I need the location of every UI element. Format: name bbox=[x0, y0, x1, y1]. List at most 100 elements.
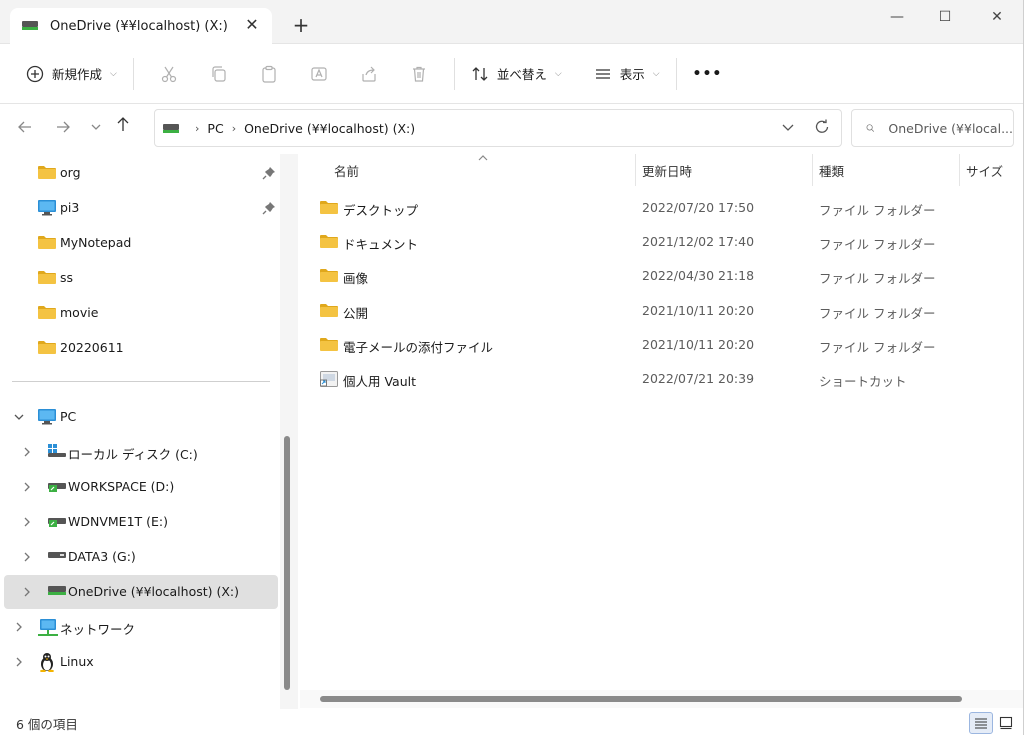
item-count: 6 個の項目 bbox=[16, 717, 78, 732]
folder-icon bbox=[38, 270, 56, 287]
mapped-drive-icon bbox=[48, 584, 66, 599]
nav-item-org[interactable]: org bbox=[4, 156, 278, 190]
mapped-drive-icon bbox=[163, 122, 179, 134]
nav-item-pi3[interactable]: pi3 bbox=[4, 191, 278, 225]
nav-item-label: 20220611 bbox=[60, 340, 124, 355]
file-row[interactable]: ドキュメント 2021/12/02 17:40 ファイル フォルダー bbox=[312, 225, 1012, 259]
back-button[interactable] bbox=[12, 114, 38, 140]
column-header-size[interactable]: サイズ bbox=[966, 154, 1022, 186]
new-button[interactable]: 新規作成 ⌵ bbox=[20, 56, 123, 92]
file-row[interactable]: 画像 2022/04/30 21:18 ファイル フォルダー bbox=[312, 259, 1012, 293]
pin-icon[interactable] bbox=[262, 166, 276, 183]
delete-button[interactable] bbox=[394, 56, 444, 92]
chevron-right-icon[interactable] bbox=[20, 550, 34, 564]
address-bar[interactable]: › PC › OneDrive (¥¥localhost) (X:) bbox=[154, 109, 842, 147]
chevron-down-icon bbox=[782, 124, 794, 131]
file-type: ファイル フォルダー bbox=[819, 271, 936, 286]
divider bbox=[132, 57, 134, 90]
chevron-right-icon[interactable] bbox=[12, 620, 26, 634]
divider bbox=[453, 57, 455, 90]
chevron-right-icon[interactable] bbox=[20, 585, 34, 599]
column-header-date[interactable]: 更新日時 bbox=[642, 154, 812, 186]
column-header-type[interactable]: 種類 bbox=[819, 154, 959, 186]
nav-item-label: movie bbox=[60, 305, 99, 320]
chevron-down-icon: ⌵ bbox=[554, 68, 562, 79]
column-divider[interactable] bbox=[635, 154, 636, 186]
up-button[interactable] bbox=[110, 111, 136, 137]
chevron-down-icon[interactable] bbox=[12, 410, 26, 424]
nav-item-mynotepad[interactable]: MyNotepad bbox=[4, 226, 278, 260]
chevron-right-icon[interactable] bbox=[12, 655, 26, 669]
network-icon bbox=[38, 619, 58, 640]
nav-item-drive-g[interactable]: DATA3 (G:) bbox=[4, 540, 278, 574]
refresh-icon bbox=[815, 119, 829, 133]
chevron-right-icon[interactable] bbox=[20, 480, 34, 494]
network-drive-icon bbox=[48, 514, 66, 531]
chevron-down-icon: ⌵ bbox=[652, 68, 660, 79]
breadcrumb-onedrive[interactable]: OneDrive (¥¥localhost) (X:) bbox=[244, 121, 415, 136]
column-divider[interactable] bbox=[812, 154, 813, 186]
nav-item-20220611[interactable]: 20220611 bbox=[4, 331, 278, 365]
forward-button[interactable] bbox=[50, 114, 76, 140]
copy-button[interactable] bbox=[194, 56, 244, 92]
column-divider[interactable] bbox=[959, 154, 960, 186]
nav-item-ss[interactable]: ss bbox=[4, 261, 278, 295]
file-type: ファイル フォルダー bbox=[819, 306, 936, 321]
chevron-right-icon[interactable] bbox=[20, 515, 34, 529]
nav-item-pc[interactable]: PC bbox=[4, 400, 278, 434]
nav-item-label: MyNotepad bbox=[60, 235, 132, 250]
file-row[interactable]: 個人用 Vault 2022/07/21 20:39 ショートカット bbox=[312, 362, 1012, 396]
breadcrumb-pc[interactable]: PC bbox=[207, 121, 223, 136]
nav-item-movie[interactable]: movie bbox=[4, 296, 278, 330]
file-row[interactable]: 公開 2021/10/11 20:20 ファイル フォルダー bbox=[312, 294, 1012, 328]
minimize-button[interactable]: — bbox=[874, 6, 920, 28]
maximize-button[interactable]: ☐ bbox=[922, 6, 968, 28]
drive-icon bbox=[48, 549, 66, 564]
address-history-button[interactable] bbox=[781, 120, 795, 137]
plus-circle-icon bbox=[26, 65, 44, 82]
search-input[interactable]: OneDrive (¥¥local... bbox=[851, 109, 1014, 147]
cut-button[interactable] bbox=[144, 56, 194, 92]
file-row[interactable]: デスクトップ 2022/07/20 17:50 ファイル フォルダー bbox=[312, 191, 1012, 225]
file-row[interactable]: 電子メールの添付ファイル 2021/10/11 20:20 ファイル フォルダー bbox=[312, 328, 1012, 362]
command-bar: 新規作成 ⌵ 並べ替え ⌵ 表示 ⌵ ••• bbox=[0, 44, 1024, 104]
refresh-button[interactable] bbox=[813, 118, 831, 139]
file-list-scrollbar-thumb[interactable] bbox=[320, 696, 962, 702]
details-view-button[interactable] bbox=[969, 712, 993, 734]
folder-icon bbox=[320, 337, 338, 354]
nav-item-drive-d[interactable]: WORKSPACE (D:) bbox=[4, 470, 278, 504]
recent-locations-button[interactable] bbox=[83, 114, 109, 140]
large-icons-view-button[interactable] bbox=[994, 712, 1018, 734]
nav-item-drive-e[interactable]: WDNVME1T (E:) bbox=[4, 505, 278, 539]
tab-onedrive[interactable]: OneDrive (¥¥localhost) (X:) ✕ bbox=[10, 8, 272, 44]
nav-item-network[interactable]: ネットワーク bbox=[4, 610, 278, 644]
pin-icon[interactable] bbox=[262, 201, 276, 218]
chevron-down-icon: ⌵ bbox=[110, 68, 117, 79]
breadcrumb-separator: › bbox=[231, 121, 237, 135]
view-button[interactable]: 表示 ⌵ bbox=[588, 56, 666, 92]
share-button[interactable] bbox=[344, 56, 394, 92]
nav-item-label: ネットワーク bbox=[60, 622, 136, 637]
nav-item-label: WDNVME1T (E:) bbox=[68, 514, 168, 529]
file-date: 2022/07/20 17:50 bbox=[642, 200, 755, 215]
column-header-name[interactable]: 名前 bbox=[334, 154, 634, 186]
nav-scrollbar-thumb[interactable] bbox=[284, 436, 290, 690]
nav-item-drive-c[interactable]: ローカル ディスク (C:) bbox=[4, 435, 278, 469]
new-tab-button[interactable]: + bbox=[290, 14, 312, 36]
nav-item-drive-x[interactable]: OneDrive (¥¥localhost) (X:) bbox=[4, 575, 278, 609]
paste-button[interactable] bbox=[244, 56, 294, 92]
nav-item-label: DATA3 (G:) bbox=[68, 549, 136, 564]
chevron-right-icon[interactable] bbox=[20, 445, 34, 459]
sort-button[interactable]: 並べ替え ⌵ bbox=[465, 56, 568, 92]
close-tab-button[interactable]: ✕ bbox=[244, 17, 260, 33]
mapped-drive-icon bbox=[22, 19, 38, 34]
column-header-label: 名前 bbox=[334, 163, 360, 179]
nav-item-linux[interactable]: Linux bbox=[4, 645, 278, 679]
file-type: ショートカット bbox=[819, 374, 907, 389]
close-window-button[interactable]: ✕ bbox=[974, 6, 1020, 28]
clipboard-icon bbox=[262, 65, 276, 83]
more-options-button[interactable]: ••• bbox=[687, 56, 729, 92]
file-type: ファイル フォルダー bbox=[819, 203, 936, 218]
file-date: 2022/07/21 20:39 bbox=[642, 371, 755, 386]
rename-button[interactable] bbox=[294, 56, 344, 92]
